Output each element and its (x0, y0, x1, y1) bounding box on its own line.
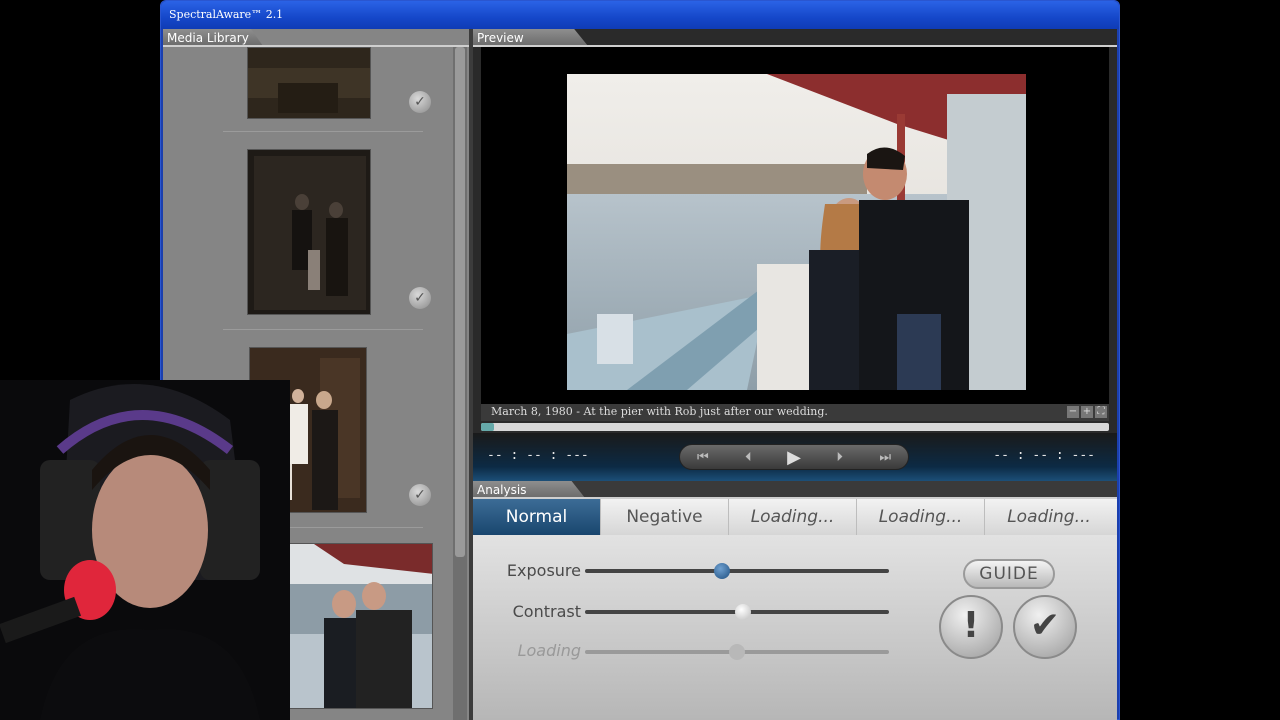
guide-button[interactable]: GUIDE (963, 559, 1055, 589)
loading-slider (585, 644, 889, 660)
zoom-controls: − + ⛶ (1067, 406, 1107, 418)
preview-screen (481, 47, 1109, 404)
analysis-panel: Analysis Normal Negative Loading... Load… (473, 481, 1117, 720)
check-icon[interactable]: ✓ (409, 287, 431, 309)
fullscreen-icon[interactable]: ⛶ (1095, 406, 1107, 418)
transport-bar: -- : -- : --- ⏮ ⏴ ▶ ⏵ ⏭ -- : -- : --- (473, 433, 1117, 481)
zoom-in-button[interactable]: + (1081, 406, 1093, 418)
contrast-label: Contrast (512, 602, 581, 621)
library-thumbnail-1[interactable] (247, 47, 371, 119)
transport-controls: ⏮ ⏴ ▶ ⏵ ⏭ (679, 444, 909, 470)
app-client-area: Media Library ✓ ✓ ✓ Preview March 8, 198… (163, 29, 1117, 720)
webcam-overlay (0, 380, 290, 720)
contrast-slider-knob[interactable] (735, 604, 752, 620)
exposure-label: Exposure (506, 561, 581, 580)
title-bar[interactable]: SpectralAware™ 2.1 (161, 1, 1119, 29)
list-separator (223, 131, 423, 132)
tab-loading-2[interactable]: Loading... (857, 499, 985, 535)
library-thumbnail-2[interactable] (247, 149, 371, 315)
timecode-current: -- : -- : --- (487, 448, 589, 463)
tintype-family-image (248, 150, 370, 314)
tab-loading-1[interactable]: Loading... (729, 499, 857, 535)
app-window: SpectralAware™ 2.1 Media Library ✓ ✓ ✓ P… (160, 0, 1120, 720)
pier-couple-preview-image (567, 74, 1026, 390)
tab-normal[interactable]: Normal (473, 499, 601, 535)
library-scroll-thumb[interactable] (455, 47, 465, 557)
step-back-icon[interactable]: ⏴ (733, 450, 763, 465)
analysis-controls: Exposure Contrast Loading GUIDE ! ✔ (473, 535, 1117, 720)
timecode-total: -- : -- : --- (993, 448, 1095, 463)
alert-button[interactable]: ! (939, 595, 1003, 659)
webcam-image (0, 380, 290, 720)
step-forward-icon[interactable]: ⏵ (825, 450, 855, 465)
progress-fill (481, 423, 494, 431)
confirm-button[interactable]: ✔ (1013, 595, 1077, 659)
loading-slider-label: Loading (517, 641, 581, 660)
analysis-tab: Analysis (473, 481, 585, 498)
playback-progress-bar[interactable] (481, 423, 1109, 431)
tab-loading-3[interactable]: Loading... (985, 499, 1113, 535)
screen: SpectralAware™ 2.1 Media Library ✓ ✓ ✓ P… (0, 0, 1280, 720)
skip-to-end-icon[interactable]: ⏭ (870, 450, 900, 465)
preview-tab: Preview (473, 29, 588, 46)
caption-bar: March 8, 1980 - At the pier with Rob jus… (481, 404, 1109, 421)
photo-caption: March 8, 1980 - At the pier with Rob jus… (491, 405, 828, 418)
analysis-mode-tabs: Normal Negative Loading... Loading... Lo… (473, 499, 1117, 535)
list-separator (223, 329, 423, 330)
tintype-photo-image (248, 48, 370, 118)
check-icon[interactable]: ✓ (409, 91, 431, 113)
media-library-tab: Media Library (163, 29, 263, 46)
loading-slider-knob (729, 644, 745, 660)
window-title: SpectralAware™ 2.1 (169, 8, 284, 21)
contrast-slider[interactable] (585, 604, 889, 620)
skip-to-start-icon[interactable]: ⏮ (688, 450, 718, 465)
preview-photo (567, 74, 1026, 390)
preview-panel: Preview March 8, 1980 - At the pier with… (473, 29, 1117, 481)
exposure-slider[interactable] (585, 563, 889, 579)
check-icon[interactable]: ✓ (409, 484, 431, 506)
zoom-out-button[interactable]: − (1067, 406, 1079, 418)
exposure-slider-knob[interactable] (713, 563, 730, 579)
tab-negative[interactable]: Negative (601, 499, 729, 535)
play-icon[interactable]: ▶ (779, 447, 809, 468)
